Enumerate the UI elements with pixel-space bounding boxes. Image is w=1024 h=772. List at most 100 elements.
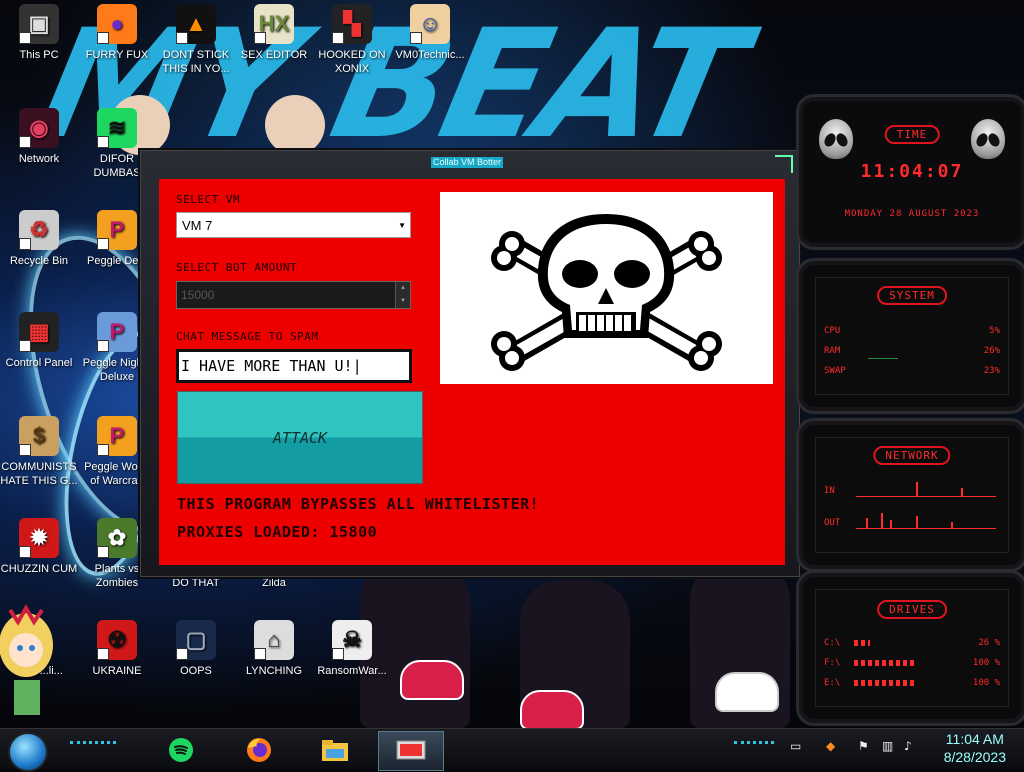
- file-explorer-taskbar-button[interactable]: [310, 731, 360, 769]
- system-panel: SYSTEM CPU 5% RAM 26% SWAP 23%: [815, 277, 1009, 395]
- volume-icon[interactable]: ♪: [904, 739, 912, 753]
- usage-graph-line: [868, 358, 898, 359]
- desktop-icon[interactable]: HX SEX EDITOR: [235, 4, 313, 62]
- peggle-icon: P: [97, 210, 137, 250]
- desktop-icon-label: Network: [18, 153, 60, 165]
- drives-panel: DRIVES C:\ 26 % F:\ 100 % E:\ 100 %: [815, 589, 1009, 707]
- desktop-icon[interactable]: ◉ Network: [0, 108, 78, 166]
- stepper-up-icon[interactable]: ▲: [396, 282, 410, 295]
- desktop-icon-label: UKRAINE: [92, 665, 142, 677]
- time-gadget[interactable]: TIME 11:04:07 MONDAY 28 AUGUST 2023: [796, 94, 1024, 250]
- character-head: [265, 95, 325, 155]
- desktop-icon[interactable]: ▢ OOPS: [157, 620, 235, 678]
- desktop-icon-label: SEX EDITOR: [240, 49, 308, 61]
- peggle-nights-icon: P: [97, 312, 137, 352]
- vm-select-dropdown[interactable]: VM 7 ▼: [176, 212, 411, 238]
- vlc-tray-icon[interactable]: ◆: [826, 739, 835, 753]
- pvz-icon: ✿: [97, 518, 137, 558]
- swap-value: 23%: [983, 366, 1000, 376]
- desktop-icon[interactable]: ▚ HOOKED ON XONIX: [313, 4, 391, 76]
- swap-label: SWAP: [824, 366, 846, 376]
- desktop-icon-label: COMMUNISTS HATE THIS G...: [0, 461, 78, 487]
- drive-label: F:\: [824, 658, 841, 668]
- cpu-row: CPU 5%: [824, 326, 1000, 336]
- attack-button[interactable]: ATTACK: [177, 391, 423, 484]
- desktop-icon-label: FURRY FUX: [85, 49, 149, 61]
- taskbar-ornament: [734, 741, 774, 750]
- hxd-icon: HX: [254, 4, 294, 44]
- skull-and-crossbones-icon: [491, 214, 722, 371]
- chat-message-input[interactable]: I HAVE MORE THAN U!|: [176, 349, 412, 383]
- vlc-icon: ▲: [176, 4, 216, 44]
- firefox-icon: ●: [97, 4, 137, 44]
- desktop-icon[interactable]: $ COMMUNISTS HATE THIS G...: [0, 416, 78, 488]
- desktop-icon[interactable]: ⌂ LYNCHING: [235, 620, 313, 678]
- chat-message-value: I HAVE MORE THAN U!: [181, 357, 353, 375]
- desktop-icon[interactable]: ▲ DONT STICK THIS IN YO...: [157, 4, 235, 76]
- graph-spike: [916, 516, 918, 528]
- chat-message-label: CHAT MESSAGE TO SPAM: [176, 330, 319, 343]
- shortcut-arrow-icon: [97, 444, 109, 456]
- desktop-icon[interactable]: ✹ CHUZZIN CUM: [0, 518, 78, 576]
- alien-head-icon: [819, 119, 853, 159]
- desktop-icon-label: OOPS: [180, 665, 212, 677]
- desktop-icon-label: This PC: [19, 49, 59, 61]
- drive-usage-bar: [854, 640, 870, 646]
- peggle-wow-icon: P: [97, 416, 137, 456]
- stepper-down-icon[interactable]: ▼: [396, 295, 410, 308]
- shortcut-arrow-icon: [410, 32, 422, 44]
- desktop-icon[interactable]: ☺ VM0Technic...: [391, 4, 469, 62]
- firefox-taskbar-button[interactable]: [234, 731, 284, 769]
- action-center-flag-icon[interactable]: ⚑: [858, 739, 869, 753]
- desktop-icon[interactable]: ▣ This PC: [0, 4, 78, 62]
- sneaker: [520, 690, 584, 728]
- show-desktop-icon[interactable]: ▭: [790, 739, 801, 753]
- shortcut-arrow-icon: [176, 32, 188, 44]
- taskbar: ▭ ◆ ⚑ ▥ ♪ 11:04 AM 8/28/2023: [0, 728, 1024, 772]
- collab-vm-botter-window: Collab VM Botter SELECT VM VM 7 ▼ SELECT…: [140, 150, 800, 577]
- stepper-arrows[interactable]: ▲ ▼: [395, 282, 410, 308]
- drive-row: E:\ 100 %: [824, 678, 1000, 688]
- cartoon-character: [0, 603, 53, 715]
- drive-row: F:\ 100 %: [824, 658, 1000, 668]
- drives-gadget[interactable]: DRIVES C:\ 26 % F:\ 100 % E:\ 100 %: [796, 570, 1024, 726]
- shortcut-arrow-icon: [254, 648, 266, 660]
- collab-vm-botter-taskbar-button[interactable]: [378, 731, 444, 771]
- shortcut-arrow-icon: [19, 238, 31, 250]
- select-vm-label: SELECT VM: [176, 193, 241, 206]
- system-gadget[interactable]: SYSTEM CPU 5% RAM 26% SWAP 23%: [796, 258, 1024, 414]
- alien-head-icon: [971, 119, 1005, 159]
- collab-vm-botter-icon: [396, 740, 426, 760]
- shortcut-arrow-icon: [19, 546, 31, 558]
- bot-amount-stepper[interactable]: 15000 ▲ ▼: [176, 281, 411, 309]
- house-icon: ⌂: [254, 620, 294, 660]
- taskbar-clock[interactable]: 11:04 AM 8/28/2023: [944, 730, 1006, 766]
- desktop-icon[interactable]: ▦ Control Panel: [0, 312, 78, 370]
- drives-title: DRIVES: [877, 600, 947, 619]
- start-button[interactable]: [8, 732, 48, 772]
- spotify-taskbar-button[interactable]: [156, 731, 206, 769]
- firefox-icon: [247, 738, 271, 762]
- network-icon: ◉: [19, 108, 59, 148]
- desktop-icon-label: CHUZZIN CUM: [0, 563, 78, 575]
- desktop-icon-label: HOOKED ON XONIX: [318, 49, 386, 75]
- spotify-icon: ≋: [97, 108, 137, 148]
- desktop-icon-label: VM0Technic...: [395, 49, 465, 61]
- network-title: NETWORK: [873, 446, 951, 465]
- sneaker: [400, 660, 464, 700]
- gadget-clock: 11:04:07: [860, 161, 964, 182]
- graph-spike: [890, 520, 892, 528]
- chuzzle-icon: ✹: [19, 518, 59, 558]
- network-gadget[interactable]: NETWORK IN OUT: [796, 418, 1024, 572]
- desktop-icon[interactable]: ☠ RansomWar...: [313, 620, 391, 678]
- desktop-icon[interactable]: ● FURRY FUX: [78, 4, 156, 62]
- desktop-icon[interactable]: ♻ Recycle Bin: [0, 210, 78, 268]
- xonix-icon: ▚: [332, 4, 372, 44]
- shortcut-arrow-icon: [176, 648, 188, 660]
- text-cursor: |: [352, 357, 362, 375]
- proxies-loaded-text: PROXIES LOADED: 15800: [177, 523, 378, 541]
- drive-value: 26 %: [978, 638, 1000, 648]
- desktop-icon[interactable]: ☢ UKRAINE: [78, 620, 156, 678]
- network-tray-icon[interactable]: ▥: [882, 739, 893, 753]
- desktop-icon-label: LYNCHING: [245, 665, 303, 677]
